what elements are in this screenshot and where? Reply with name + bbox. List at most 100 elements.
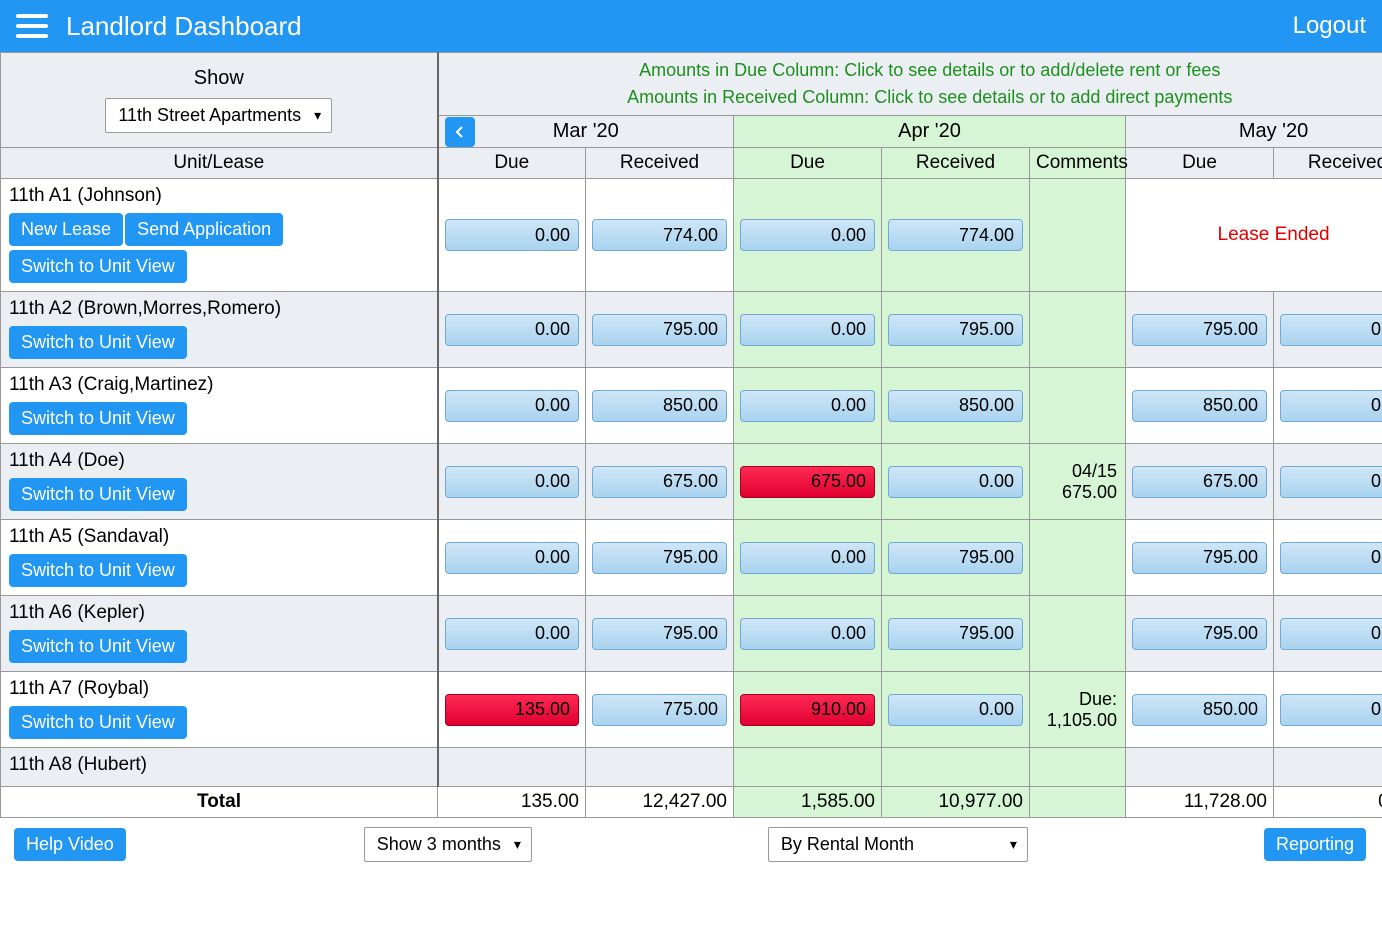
table-row: 11th A7 (Roybal) Switch to Unit View 135.0… xyxy=(1,672,1382,748)
amount-button[interactable]: 0.00 xyxy=(740,219,875,251)
amount-button[interactable]: 795.00 xyxy=(888,314,1023,346)
unit-name: 11th A1 (Johnson) xyxy=(9,185,429,207)
table-row: 11th A8 (Hubert) xyxy=(1,748,1382,787)
total-label: Total xyxy=(1,787,438,818)
amount-button[interactable]: 0.00 xyxy=(445,542,580,574)
amount-button[interactable]: 0.00 xyxy=(1280,466,1382,498)
table-row: 11th A2 (Brown,Morres,Romero) Switch to U… xyxy=(1,292,1382,368)
amount-button[interactable]: 795.00 xyxy=(592,542,727,574)
switch-unit-view-button[interactable]: Switch to Unit View xyxy=(9,554,187,587)
col-due: Due xyxy=(1126,148,1274,179)
page-title: Landlord Dashboard xyxy=(66,11,302,42)
help-video-button[interactable]: Help Video xyxy=(14,828,126,861)
amount-button[interactable]: 795.00 xyxy=(1132,618,1267,650)
amount-button[interactable]: 850.00 xyxy=(1132,694,1267,726)
amount-button[interactable]: 0.00 xyxy=(445,314,580,346)
amount-button[interactable]: 135.00 xyxy=(445,694,580,726)
unit-name: 11th A4 (Doe) xyxy=(9,450,429,472)
col-comments: Comments xyxy=(1030,148,1126,179)
comment-cell xyxy=(1030,179,1126,292)
comment-cell xyxy=(1030,596,1126,672)
amount-button[interactable]: 0.00 xyxy=(1280,542,1382,574)
amount-button[interactable]: 0.00 xyxy=(740,390,875,422)
months-range-select[interactable]: Show 3 months xyxy=(364,827,532,862)
col-due: Due xyxy=(438,148,586,179)
reporting-button[interactable]: Reporting xyxy=(1264,828,1366,861)
amount-button[interactable]: 910.00 xyxy=(740,694,875,726)
col-received: Received xyxy=(1274,148,1382,179)
amount-button[interactable]: 795.00 xyxy=(592,314,727,346)
switch-unit-view-button[interactable]: Switch to Unit View xyxy=(9,250,187,283)
new-lease-button[interactable]: New Lease xyxy=(9,213,123,246)
amount-button[interactable]: 795.00 xyxy=(888,618,1023,650)
amount-button[interactable]: 0.00 xyxy=(888,694,1023,726)
comment-cell: 04/15675.00 xyxy=(1030,444,1126,520)
table-row: 11th A4 (Doe) Switch to Unit View 0.00 675.… xyxy=(1,444,1382,520)
amount-button[interactable]: 675.00 xyxy=(592,466,727,498)
amount-button[interactable]: 795.00 xyxy=(1132,314,1267,346)
unit-name: 11th A5 (Sandaval) xyxy=(9,526,429,548)
comment-cell xyxy=(1030,368,1126,444)
amount-button[interactable]: 0.00 xyxy=(445,466,580,498)
amount-button[interactable]: 775.00 xyxy=(592,694,727,726)
amount-button[interactable]: 0.00 xyxy=(445,618,580,650)
comment-cell xyxy=(1030,292,1126,368)
unit-name: 11th A7 (Roybal) xyxy=(9,678,429,700)
property-select[interactable]: 11th Street Apartments xyxy=(105,98,332,133)
bottom-bar: Help Video Show 3 months By Rental Month… xyxy=(0,818,1382,871)
menu-icon[interactable] xyxy=(16,14,48,38)
topbar: Landlord Dashboard Logout xyxy=(0,0,1382,52)
amount-button[interactable]: 795.00 xyxy=(1132,542,1267,574)
logout-link[interactable]: Logout xyxy=(1293,12,1366,40)
table-row: 11th A5 (Sandaval) Switch to Unit View 0.0… xyxy=(1,520,1382,596)
amount-button[interactable]: 0.00 xyxy=(445,219,580,251)
amount-button[interactable]: 795.00 xyxy=(592,618,727,650)
switch-unit-view-button[interactable]: Switch to Unit View xyxy=(9,402,187,435)
comment-cell xyxy=(1030,520,1126,596)
month-may: May '20 xyxy=(1126,116,1382,148)
amount-button[interactable]: 675.00 xyxy=(740,466,875,498)
switch-unit-view-button[interactable]: Switch to Unit View xyxy=(9,630,187,663)
view-mode-select[interactable]: By Rental Month xyxy=(768,827,1028,862)
amount-button[interactable]: 0.00 xyxy=(1280,390,1382,422)
switch-unit-view-button[interactable]: Switch to Unit View xyxy=(9,478,187,511)
switch-unit-view-button[interactable]: Switch to Unit View xyxy=(9,706,187,739)
comment-cell: Due:1,105.00 xyxy=(1030,672,1126,748)
amount-button[interactable]: 774.00 xyxy=(888,219,1023,251)
unit-name: 11th A2 (Brown,Morres,Romero) xyxy=(9,298,429,320)
amount-button[interactable]: 0.00 xyxy=(740,314,875,346)
switch-unit-view-button[interactable]: Switch to Unit View xyxy=(9,326,187,359)
amount-button[interactable]: 850.00 xyxy=(592,390,727,422)
rent-table: Show 11th Street Apartments Amounts in D… xyxy=(0,52,1382,818)
prev-month-button[interactable] xyxy=(445,117,475,147)
amount-button[interactable]: 0.00 xyxy=(888,466,1023,498)
hint-text: Amounts in Due Column: Click to see deta… xyxy=(438,53,1382,116)
table-row: 11th A1 (Johnson) New LeaseSend Applicati… xyxy=(1,179,1382,292)
lease-ended-label: Lease Ended xyxy=(1126,179,1382,292)
amount-button[interactable]: 850.00 xyxy=(1132,390,1267,422)
unit-name: 11th A3 (Craig,Martinez) xyxy=(9,374,429,396)
amount-button[interactable]: 0.00 xyxy=(1280,694,1382,726)
unit-name: 11th A6 (Kepler) xyxy=(9,602,429,624)
amount-button[interactable]: 795.00 xyxy=(888,542,1023,574)
col-received: Received xyxy=(882,148,1030,179)
amount-button[interactable]: 0.00 xyxy=(740,618,875,650)
amount-button[interactable]: 675.00 xyxy=(1132,466,1267,498)
amount-button[interactable]: 774.00 xyxy=(592,219,727,251)
amount-button[interactable]: 0.00 xyxy=(1280,314,1382,346)
send-application-button[interactable]: Send Application xyxy=(125,213,283,246)
col-due: Due xyxy=(734,148,882,179)
amount-button[interactable]: 0.00 xyxy=(445,390,580,422)
show-label: Show xyxy=(7,67,431,90)
col-received: Received xyxy=(586,148,734,179)
table-row: 11th A6 (Kepler) Switch to Unit View 0.00 7… xyxy=(1,596,1382,672)
table-row: 11th A3 (Craig,Martinez) Switch to Unit V… xyxy=(1,368,1382,444)
month-mar: Mar '20 xyxy=(438,116,734,148)
month-apr: Apr '20 xyxy=(734,116,1126,148)
amount-button[interactable]: 0.00 xyxy=(740,542,875,574)
amount-button[interactable]: 0.00 xyxy=(1280,618,1382,650)
amount-button[interactable]: 850.00 xyxy=(888,390,1023,422)
total-row: Total 135.00 12,427.00 1,585.00 10,977.0… xyxy=(1,787,1382,818)
unit-name: 11th A8 (Hubert) xyxy=(9,754,429,776)
unit-lease-header: Unit/Lease xyxy=(1,148,438,179)
